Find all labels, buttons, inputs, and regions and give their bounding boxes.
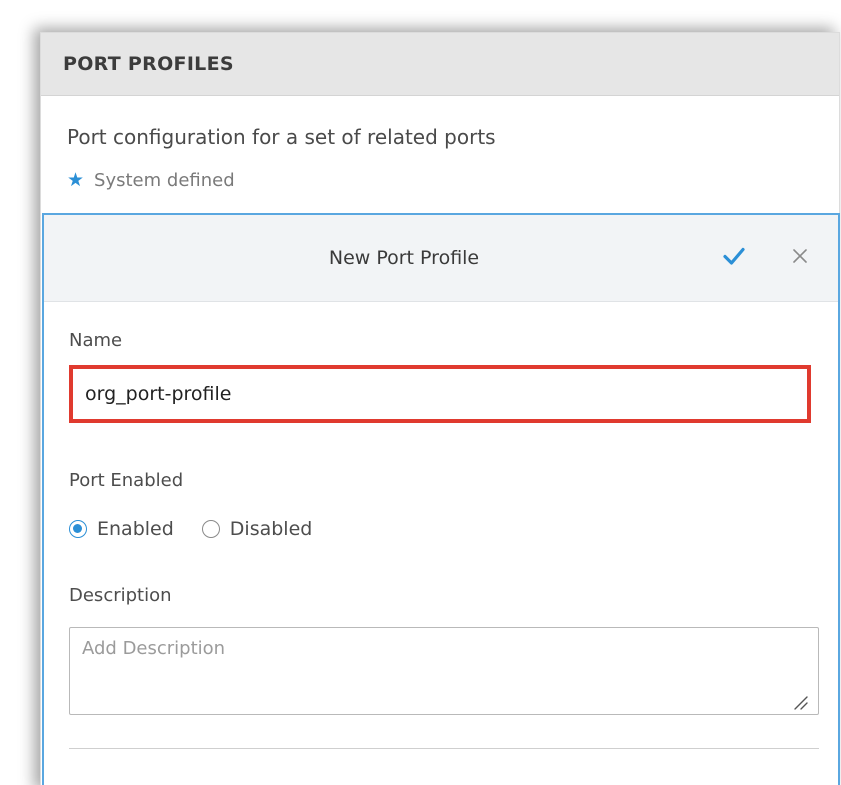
- screen: PORT PROFILES Port configuration for a s…: [0, 0, 841, 785]
- name-label: Name: [69, 330, 123, 351]
- name-input[interactable]: [69, 365, 811, 423]
- panel-description: Port configuration for a set of related …: [67, 125, 496, 149]
- panel-header: PORT PROFILES: [41, 33, 839, 96]
- port-profile-editor: New Port Profile Name Port Enabled Enabl…: [42, 213, 840, 785]
- editor-header: New Port Profile: [44, 215, 838, 302]
- radio-disabled-label: Disabled: [229, 518, 313, 540]
- star-icon: ★: [67, 169, 85, 191]
- panel-title: PORT PROFILES: [63, 53, 234, 75]
- section-divider: [69, 748, 819, 749]
- radio-enabled[interactable]: [69, 520, 87, 538]
- close-icon[interactable]: [789, 245, 811, 267]
- port-enabled-label: Port Enabled: [69, 470, 184, 491]
- editor-title: New Port Profile: [328, 247, 480, 269]
- system-defined-legend: ★ System defined: [67, 170, 235, 191]
- resize-handle-icon[interactable]: [791, 693, 809, 711]
- description-label: Description: [69, 585, 172, 606]
- port-enabled-radio-group: Enabled Disabled: [69, 518, 312, 540]
- radio-option-disabled[interactable]: Disabled: [201, 518, 313, 540]
- description-textarea[interactable]: [69, 627, 819, 715]
- check-icon[interactable]: [721, 243, 747, 269]
- port-profiles-panel: PORT PROFILES Port configuration for a s…: [40, 32, 840, 785]
- radio-option-enabled[interactable]: Enabled: [69, 518, 174, 540]
- radio-disabled[interactable]: [201, 520, 220, 538]
- radio-enabled-label: Enabled: [97, 518, 174, 540]
- system-defined-label: System defined: [94, 170, 235, 191]
